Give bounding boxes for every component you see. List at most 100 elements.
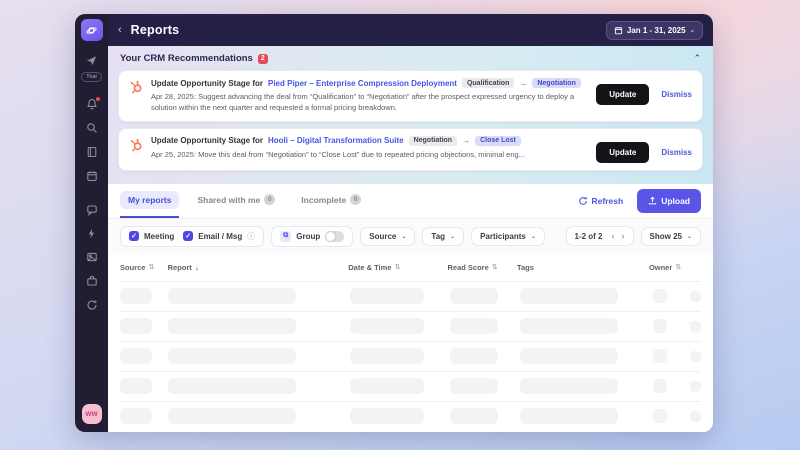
back-chevron-icon[interactable]: ‹ [118,24,122,36]
deal-link[interactable]: Pied Piper – Enterprise Compression Depl… [268,79,457,88]
participants-dropdown[interactable]: Participants ⌄ [471,226,545,246]
meeting-label: Meeting [144,231,175,241]
chevron-down-icon: ⌄ [686,233,692,240]
chevron-down-icon: ⌄ [401,233,407,240]
skeleton-cell [120,288,152,304]
deal-link[interactable]: Hooli – Digital Transformation Suite [268,136,404,145]
tag-dropdown[interactable]: Tag ⌄ [422,226,465,246]
stage-from-badge: Negotiation [408,135,458,146]
app-logo-icon[interactable] [80,19,103,41]
hubspot-icon [130,138,142,151]
skeleton-cell [168,378,296,394]
next-page-button[interactable]: › [622,231,625,241]
calendar-icon[interactable] [86,170,98,182]
update-button[interactable]: Update [596,141,650,163]
recommendation-card: Update Opportunity Stage for Pied Piper … [118,70,703,122]
table-row-skeleton [120,370,701,401]
tab-count-badge: 0 [264,194,276,205]
sort-icon: ⇅ [675,264,682,271]
email-msg-label: Email / Msg [198,231,243,241]
skeleton-cell [168,348,296,364]
skeleton-cell [168,408,296,424]
stage-to-badge: Negotiation [532,78,581,88]
tab-label: Shared with me [197,194,261,205]
page-title: Reports [130,23,180,37]
chat-icon[interactable] [86,204,98,216]
tab-shared-with-me[interactable]: Shared with me 0 [189,184,283,218]
recommendation-body: Update Opportunity Stage for Hooli – Dig… [151,135,588,160]
library-book-icon[interactable] [86,146,98,158]
skeleton-cell [350,288,424,304]
zap-icon[interactable] [86,228,97,239]
update-button[interactable]: Update [596,84,650,105]
recommendations-title: Your CRM Recommendations [120,53,253,64]
skeleton-cell [450,408,498,424]
source-dropdown[interactable]: Source ⌄ [360,226,416,246]
assistant-send-icon[interactable] [86,55,97,66]
skeleton-cell [520,378,618,394]
tab-count-badge: 0 [350,194,362,205]
email-msg-checkbox[interactable]: ✓ [183,231,194,241]
skeleton-cell [120,378,152,394]
table-header-row: Source ⇅ Report ↓ Date & Time ⇅ Read Score ⇅… [120,254,701,281]
date-range-button[interactable]: Jan 1 - 31, 2025 ⌄ [605,20,703,40]
skeleton-cell [520,318,618,334]
crm-recommendations-panel: Your CRM Recommendations 2 ⌃ Update Oppo… [108,46,713,184]
page-size-dropdown[interactable]: Show 25 ⌄ [640,226,701,246]
skeleton-cell [520,348,618,364]
skeleton-cell [690,380,701,392]
notifications-bell-icon[interactable] [86,96,101,110]
search-icon[interactable] [86,122,98,134]
recommendation-body: Update Opportunity Stage for Pied Piper … [151,78,588,114]
source-dropdown-label: Source [369,231,397,241]
skeleton-cell [690,290,701,302]
group-toggle-pill: ⧉ Group [271,225,354,247]
sidebar: Trial WW [75,14,108,432]
skeleton-cell [450,318,498,334]
column-header-source[interactable]: Source ⇅ [120,263,168,272]
prev-page-button[interactable]: ‹ [612,231,615,241]
pagination-label: 1-2 of 2 [574,231,603,241]
skeleton-cell [120,408,152,424]
column-header-report[interactable]: Report ↓ [168,263,349,272]
skeleton-cell [450,348,498,364]
dismiss-button[interactable]: Dismiss [661,148,692,157]
table-row-skeleton [120,280,701,311]
tab-my-reports[interactable]: My reports [120,184,180,218]
skeleton-cell [520,408,618,424]
upload-button[interactable]: Upload [637,188,701,213]
notification-dot [94,96,101,102]
upload-label: Upload [661,195,690,206]
column-header-date-time[interactable]: Date & Time ⇅ [348,263,447,272]
sort-icon: ⇅ [148,264,155,271]
column-header-owner[interactable]: Owner ⇅ [649,263,681,272]
gallery-icon[interactable] [86,251,98,263]
skeleton-cell [653,349,667,363]
recommendation-actions: Update Dismiss [596,141,692,163]
skeleton-cell [350,408,424,424]
skeleton-cell [350,378,424,394]
refresh-icon [578,196,587,205]
meeting-checkbox[interactable]: ✓ [129,231,139,241]
upload-icon [649,196,657,205]
tab-incomplete[interactable]: Incomplete 0 [293,184,369,218]
column-header-read-score[interactable]: Read Score ⇅ [447,263,516,272]
refresh-label: Refresh [591,195,624,206]
chevron-down-icon: ⌄ [530,233,536,240]
skeleton-cell [350,318,424,334]
stage-from-badge: Qualification [461,78,515,88]
skeleton-cell [168,288,296,304]
skeleton-cell [168,318,296,334]
refresh-button[interactable]: Refresh [578,184,624,218]
chevron-up-icon[interactable]: ⌃ [693,53,701,64]
briefcase-icon[interactable] [86,275,98,287]
sync-icon[interactable] [86,299,98,311]
arrow-right-icon: → [462,136,471,145]
user-avatar[interactable]: WW [81,404,102,424]
dismiss-button[interactable]: Dismiss [661,90,692,99]
group-toggle[interactable] [325,230,345,242]
skeleton-cell [350,348,424,364]
recommendation-description: Apr 28, 2025: Suggest advancing the deal… [151,92,575,113]
main-area: ‹ Reports Jan 1 - 31, 2025 ⌄ Your CRM Re… [108,14,713,432]
reports-table: Source ⇅ Report ↓ Date & Time ⇅ Read Score ⇅… [108,254,713,433]
